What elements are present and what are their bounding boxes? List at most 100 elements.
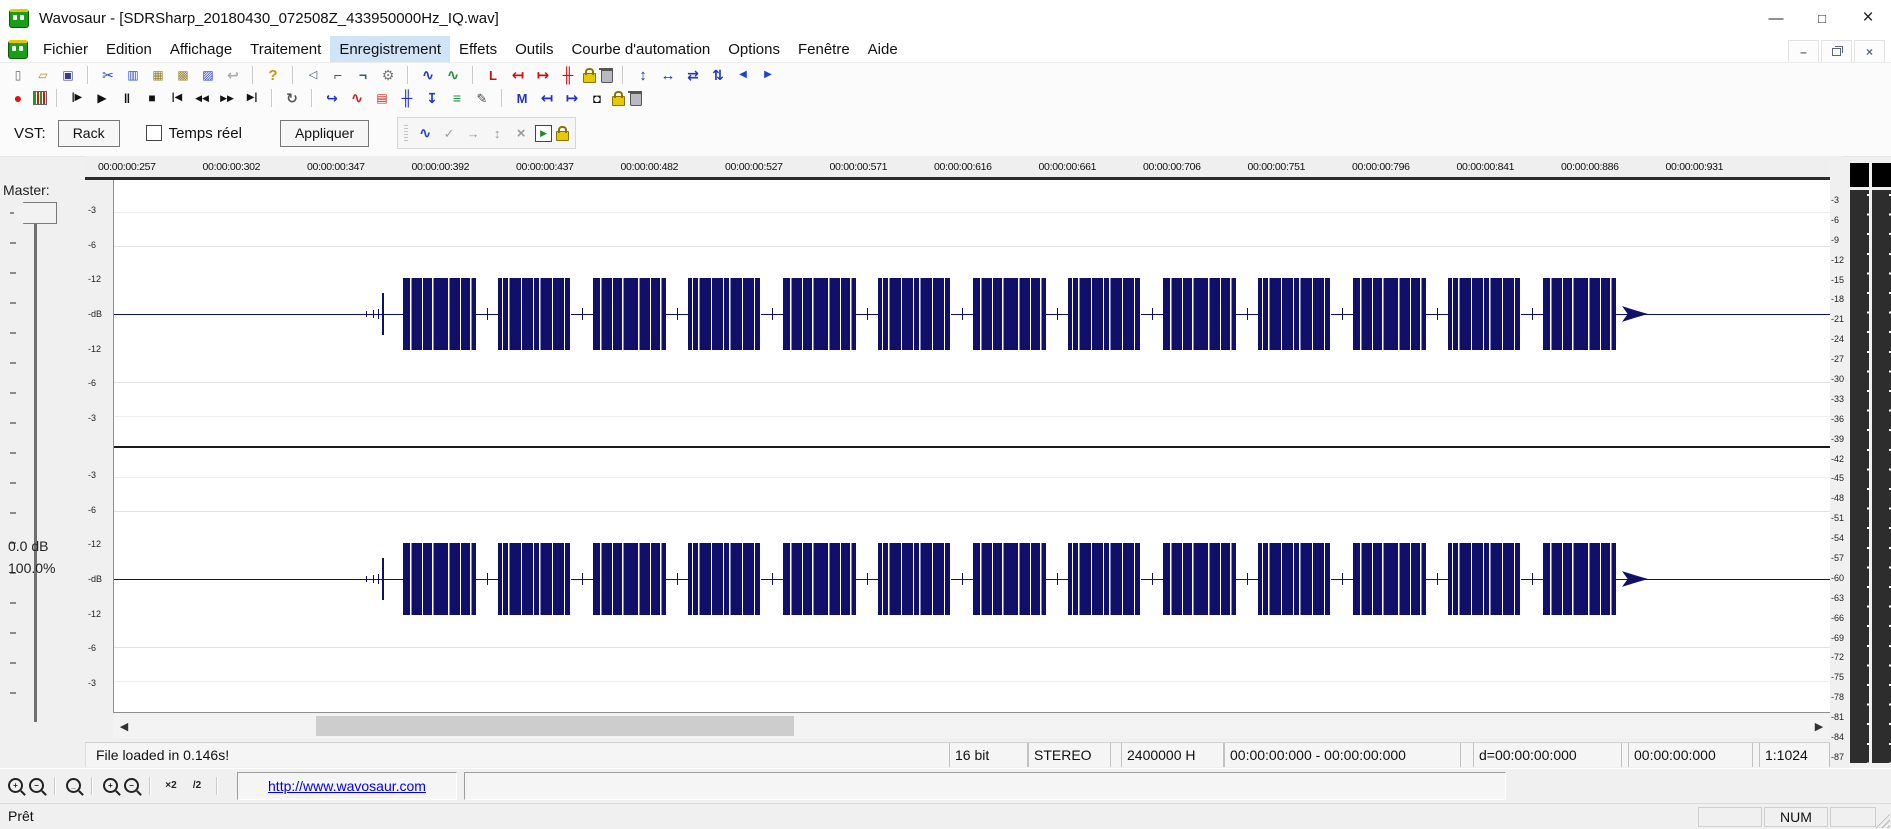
mdi-minimize-icon[interactable]: –: [1788, 40, 1819, 63]
insert-waveform-icon[interactable]: ∿: [418, 65, 438, 85]
lock-icon[interactable]: [583, 73, 596, 83]
loop-mode-icon[interactable]: ↻: [282, 88, 302, 108]
go-end-icon[interactable]: ▶|: [242, 88, 262, 108]
scroll-right-icon[interactable]: ▶: [1808, 714, 1830, 738]
vst-apply-button[interactable]: Appliquer: [280, 120, 369, 147]
menu-item[interactable]: Enregistrement: [330, 36, 450, 62]
markers-list-icon[interactable]: ≡: [447, 88, 467, 108]
master-gain-db: 0.0 dB: [8, 538, 48, 554]
undo-icon[interactable]: ↩: [223, 65, 243, 85]
apply-envelope-icon[interactable]: ✓: [439, 123, 459, 143]
menu-item[interactable]: Traitement: [241, 36, 330, 62]
zoom-in-vertical-icon[interactable]: +: [103, 778, 118, 793]
prev-view-icon[interactable]: ◀: [733, 65, 753, 85]
waveform-element: [114, 511, 1831, 512]
play-envelope-icon[interactable]: ▶: [535, 125, 552, 142]
scale-envelope-icon[interactable]: ↕: [487, 123, 507, 143]
menu-item[interactable]: Fenêtre: [789, 36, 859, 62]
waveform-element: [1353, 543, 1426, 615]
go-start-icon[interactable]: |◀: [167, 88, 187, 108]
menu-item[interactable]: Aide: [859, 36, 907, 62]
menu-item[interactable]: Affichage: [161, 36, 241, 62]
menu-item[interactable]: Effets: [450, 36, 506, 62]
zoom-selection-icon[interactable]: _: [66, 778, 81, 793]
envelope-icon[interactable]: ∿: [415, 123, 435, 143]
play-selection-icon[interactable]: ◘: [587, 88, 607, 108]
wrench-icon[interactable]: ⚙: [378, 65, 398, 85]
copy-icon[interactable]: ▥: [123, 65, 143, 85]
paste-icon[interactable]: ▦: [148, 65, 168, 85]
close-window-icon[interactable]: ×: [1845, 0, 1891, 36]
new-file-icon[interactable]: ▯: [8, 65, 28, 85]
realtime-checkbox[interactable]: [146, 125, 162, 141]
zoom-out-icon[interactable]: −: [29, 778, 44, 793]
paste-special-icon[interactable]: ▩: [173, 65, 193, 85]
loop-start-icon[interactable]: L: [483, 65, 503, 85]
menu-item[interactable]: Courbe d'automation: [562, 36, 719, 62]
rewind-icon[interactable]: ◀◀: [192, 88, 212, 108]
clear-envelope-icon[interactable]: ×: [511, 123, 531, 143]
master-fader-thumb[interactable]: [13, 202, 57, 224]
toolbar-grip[interactable]: [404, 125, 408, 141]
swap-channels-icon[interactable]: ⇄: [683, 65, 703, 85]
zoom-vertical-icon[interactable]: ↕: [633, 65, 653, 85]
mdi-restore-icon[interactable]: [1821, 40, 1852, 63]
save-icon[interactable]: ▣: [58, 65, 78, 85]
help-icon[interactable]: ?: [263, 65, 283, 85]
cut-icon[interactable]: ✂: [98, 65, 118, 85]
zoom-in-icon[interactable]: +: [8, 778, 23, 793]
marker-prev-icon[interactable]: ↤: [537, 88, 557, 108]
monitor-icon[interactable]: [33, 91, 47, 105]
speaker-icon[interactable]: ◁: [303, 65, 323, 85]
loop-points-icon[interactable]: ╫: [558, 65, 578, 85]
lock3-icon[interactable]: [556, 131, 569, 141]
record-icon[interactable]: ●: [8, 88, 28, 108]
node-unlink-icon[interactable]: ¬: [353, 65, 373, 85]
pause-icon[interactable]: ‖: [117, 88, 137, 108]
zoom-half-icon[interactable]: /2: [187, 776, 207, 796]
trash-icon[interactable]: [601, 70, 613, 83]
vst-rack-button[interactable]: Rack: [58, 120, 120, 147]
zoom-out-vertical-icon[interactable]: −: [124, 778, 139, 793]
resize-grip[interactable]: [1875, 813, 1890, 828]
open-file-icon[interactable]: ▱: [33, 65, 53, 85]
marker-left-icon[interactable]: ↤: [508, 65, 528, 85]
marker-next-icon[interactable]: ↦: [562, 88, 582, 108]
maximize-window-icon[interactable]: □: [1799, 0, 1845, 36]
minimize-window-icon[interactable]: —: [1753, 0, 1799, 36]
zoom-x2-icon[interactable]: ×2: [161, 776, 181, 796]
menu-item[interactable]: Edition: [97, 36, 161, 62]
master-fader-track[interactable]: [34, 202, 37, 722]
scrollbar-thumb[interactable]: [316, 716, 794, 736]
lock2-icon[interactable]: [612, 96, 625, 106]
record-waveform-icon[interactable]: ∿: [443, 65, 463, 85]
zoom-horizontal-icon[interactable]: ↔: [658, 65, 678, 85]
copy-to-new-icon[interactable]: ↪: [322, 88, 342, 108]
menu-item[interactable]: Fichier: [34, 36, 97, 62]
menu-item[interactable]: Outils: [506, 36, 562, 62]
time-ruler[interactable]: 00:00:00:25700:00:00:30200:00:00:34700:0…: [85, 156, 1843, 180]
filter-icon[interactable]: ╫: [397, 88, 417, 108]
scroll-left-icon[interactable]: ◀: [113, 714, 135, 738]
next-view-icon[interactable]: ▶: [758, 65, 778, 85]
normalize-icon[interactable]: ↧: [422, 88, 442, 108]
waveform-canvas[interactable]: [113, 180, 1831, 713]
crop-icon[interactable]: ▨: [198, 65, 218, 85]
interpolate-icon[interactable]: →: [463, 123, 483, 143]
marker-right-icon[interactable]: ↦: [533, 65, 553, 85]
marker-m-icon[interactable]: M: [512, 88, 532, 108]
forward-icon[interactable]: ▶▶: [217, 88, 237, 108]
stop-icon[interactable]: ■: [142, 88, 162, 108]
node-link-icon[interactable]: ⌐: [328, 65, 348, 85]
export-icon[interactable]: ▤: [372, 88, 392, 108]
menu-item[interactable]: Options: [719, 36, 789, 62]
trash2-icon[interactable]: [630, 93, 642, 106]
statistics-icon[interactable]: ∿: [347, 88, 367, 108]
play-icon[interactable]: ▶: [92, 88, 112, 108]
wavosaur-link[interactable]: http://www.wavosaur.com: [268, 778, 426, 794]
play-from-cursor-icon[interactable]: |▶: [67, 88, 87, 108]
pencil-icon[interactable]: ✎: [472, 88, 492, 108]
mdi-close-icon[interactable]: ×: [1854, 40, 1885, 63]
fit-view-icon[interactable]: ⇅: [708, 65, 728, 85]
horizontal-scrollbar[interactable]: ◀ ▶: [113, 714, 1830, 738]
